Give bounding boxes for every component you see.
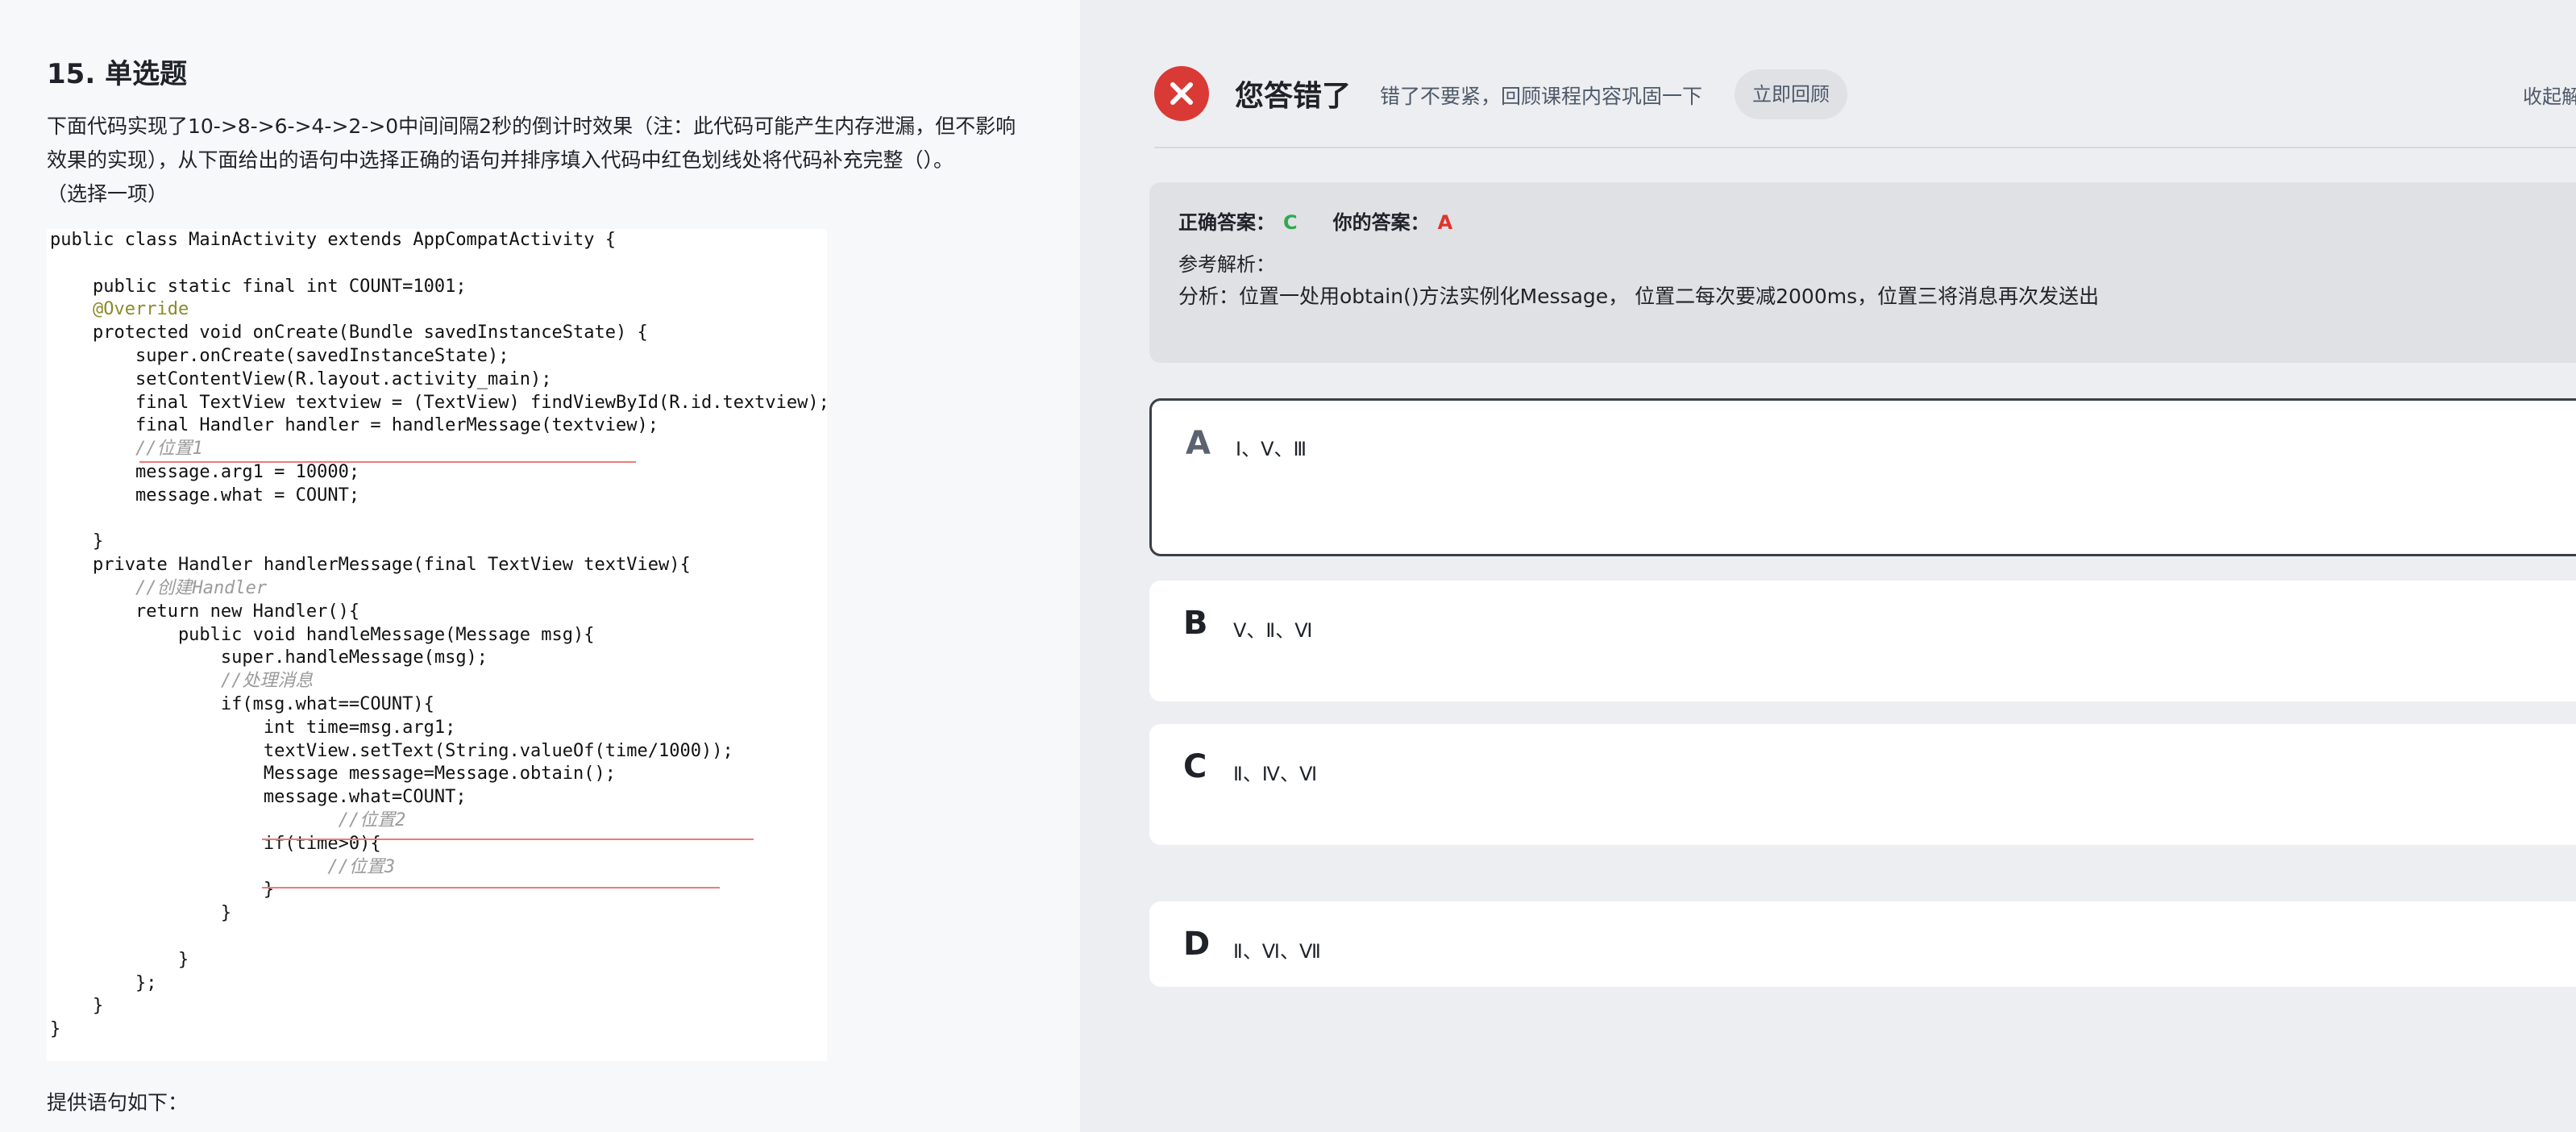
question-body: 下面代码实现了10->8->6->4->2->0中间间隔2秒的倒计时效果（注：此… [47, 114, 1016, 172]
code-line: message.arg1 = 10000; [50, 461, 360, 482]
option-text: Ⅱ、Ⅵ、Ⅶ [1233, 940, 1321, 963]
code-line: } [50, 903, 232, 924]
code-line: public static final int COUNT=1001; [50, 276, 467, 297]
option-letter: D [1183, 926, 1211, 963]
code-line: if(time>0){ [50, 833, 381, 854]
code-line: } [50, 880, 275, 901]
answer-line: 正确答案： C 你的答案： A [1178, 206, 1452, 235]
code-line: return new Handler(){ [50, 601, 360, 622]
code-image: public class MainActivity extends AppCom… [47, 229, 829, 1061]
code-line: super.onCreate(savedInstanceState); [50, 345, 509, 366]
code-line: private Handler handlerMessage(final Tex… [50, 555, 691, 576]
blank-line-position-1 [139, 461, 636, 463]
code-line: message.what=COUNT; [50, 787, 467, 808]
code-line: int time=msg.arg1; [50, 717, 456, 738]
option-text: Ⅰ、Ⅴ、Ⅲ [1236, 438, 1307, 460]
code-line: message.what = COUNT; [50, 485, 360, 506]
review-button[interactable]: 立即回顾 [1735, 69, 1847, 119]
result-status-title: 您答错了 [1235, 80, 1352, 113]
result-panel: 您答错了 错了不要紧，回顾课程内容巩固一下 立即回顾 收起解析 正确答案： C 你的… [1080, 0, 2576, 1132]
correct-answer-value: C [1283, 211, 1298, 234]
code-line: final Handler handler = handlerMessage(t… [50, 415, 659, 436]
code-line: }; [50, 972, 157, 993]
question-title: 15. 单选题 [47, 58, 188, 90]
code-line: //处理消息 [50, 671, 314, 692]
option-b[interactable]: B Ⅴ、Ⅱ、Ⅵ [1149, 581, 2576, 701]
option-text: Ⅴ、Ⅱ、Ⅵ [1233, 619, 1313, 642]
code-line: public void handleMessage(Message msg){ [50, 624, 595, 645]
code-block: public class MainActivity extends AppCom… [50, 229, 829, 1042]
code-line: Message message=Message.obtain(); [50, 764, 616, 784]
code-line: @Override [50, 299, 189, 320]
your-answer-value: A [1437, 211, 1453, 234]
code-line: } [50, 949, 189, 970]
reference-label: 参考解析： [1178, 253, 1275, 276]
code-line-position-3: //位置3 [50, 856, 396, 877]
code-line: super.handleMessage(msg); [50, 647, 488, 668]
code-line: public class MainActivity extends AppCom… [50, 230, 616, 250]
divider [1154, 147, 2576, 148]
code-line-position-1: //位置1 [50, 439, 203, 460]
code-line-position-2: //位置2 [50, 809, 406, 830]
question-text: 下面代码实现了10->8->6->4->2->0中间间隔2秒的倒计时效果（注：此… [47, 110, 1030, 211]
result-status-subtitle: 错了不要紧，回顾课程内容巩固一下 [1380, 85, 1703, 108]
option-c[interactable]: C Ⅱ、Ⅳ、Ⅵ [1149, 724, 2576, 845]
code-line: final TextView textview = (TextView) fin… [50, 392, 829, 413]
option-a[interactable]: A Ⅰ、Ⅴ、Ⅲ [1149, 398, 2576, 556]
option-text: Ⅱ、Ⅳ、Ⅵ [1233, 763, 1318, 785]
code-line: if(msg.what==COUNT){ [50, 693, 434, 714]
code-line: } [50, 531, 104, 552]
close-circle-icon [1154, 66, 1209, 121]
option-letter: A [1186, 425, 1211, 462]
correct-answer-label: 正确答案： [1178, 211, 1275, 234]
code-line: } [50, 1019, 61, 1040]
option-letter: C [1183, 748, 1207, 785]
blank-line-position-3 [262, 887, 720, 889]
answer-analysis-box: 正确答案： C 你的答案： A 参考解析： 分析：位置一处用obtain()方法实例化… [1149, 182, 2576, 363]
code-line: //创建Handler [50, 577, 268, 598]
statements-label: 提供语句如下： [47, 1091, 189, 1114]
analysis-text: 分析：位置一处用obtain()方法实例化Message， 位置二每次要减200… [1178, 285, 2100, 308]
option-d[interactable]: D Ⅱ、Ⅵ、Ⅶ [1149, 901, 2576, 987]
collapse-analysis-button[interactable]: 收起解析 [2523, 81, 2576, 109]
option-letter: B [1183, 605, 1208, 642]
code-line: textView.setText(String.valueOf(time/100… [50, 740, 733, 761]
code-line: protected void onCreate(Bundle savedInst… [50, 323, 648, 343]
question-panel: 15. 单选题 下面代码实现了10->8->6->4->2->0中间间隔2秒的倒… [0, 0, 1080, 1132]
question-note: （选择一项） [47, 182, 168, 206]
blank-line-position-2 [262, 839, 754, 840]
code-line: setContentView(R.layout.activity_main); [50, 368, 552, 389]
your-answer-label: 你的答案： [1332, 211, 1430, 234]
code-line: } [50, 996, 104, 1017]
